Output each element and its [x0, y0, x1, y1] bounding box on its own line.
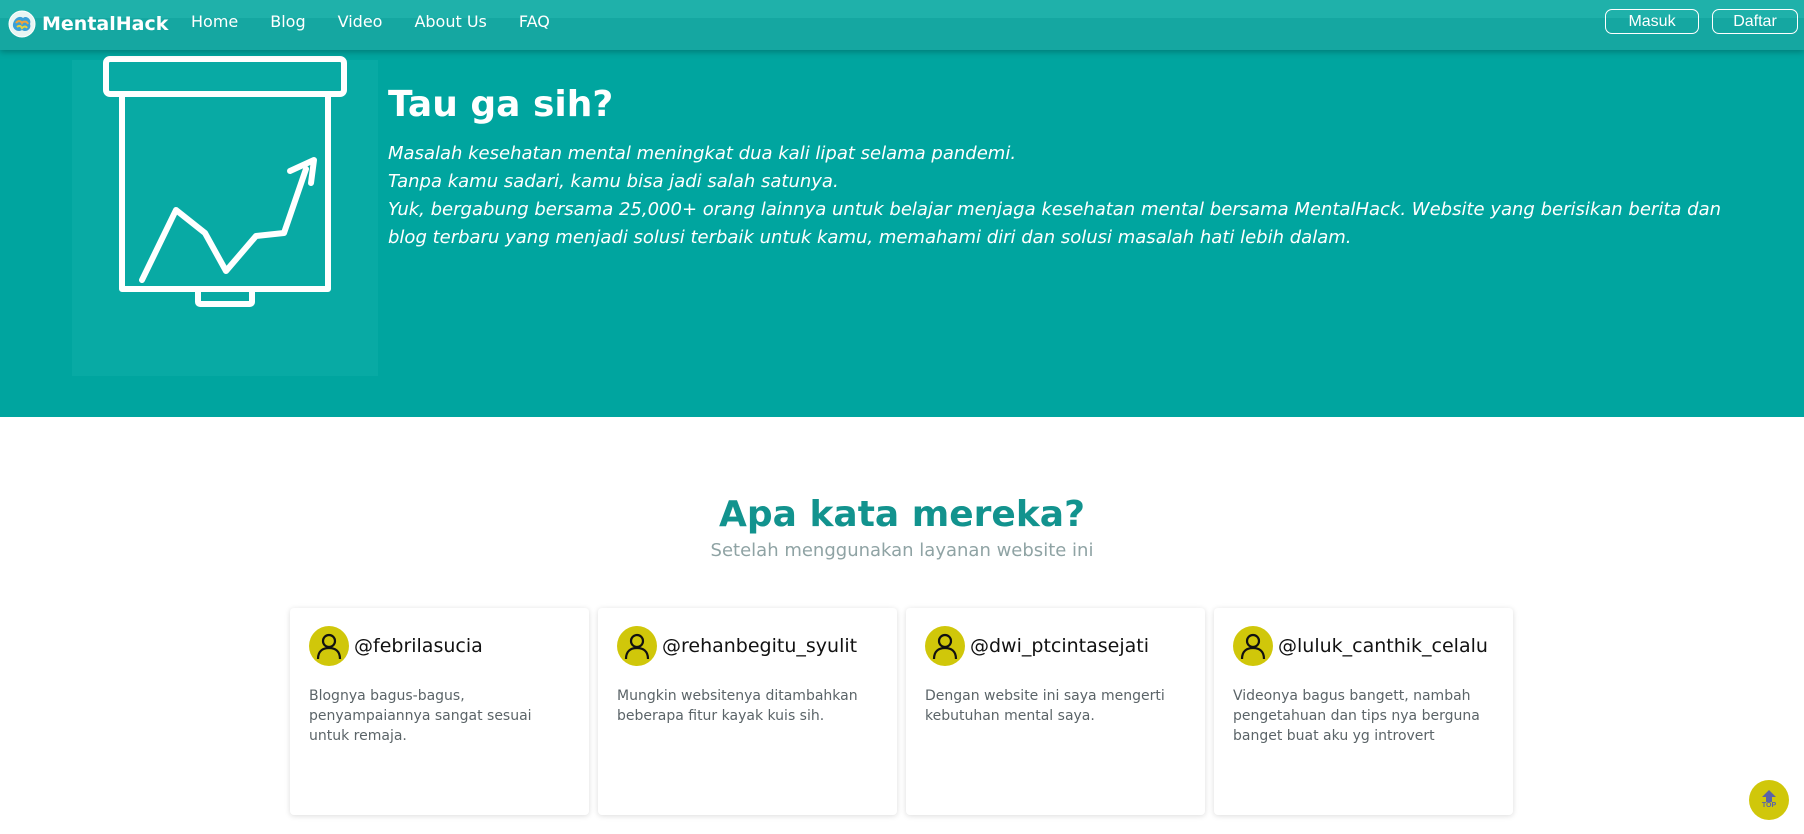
- testimonial-card: @rehanbegitu_syulit Mungkin websitenya d…: [598, 608, 897, 815]
- testimonial-username: @rehanbegitu_syulit: [662, 635, 858, 657]
- auth-actions: Masuk Daftar: [1605, 9, 1798, 34]
- testimonial-header: @luluk_canthik_celalu: [1233, 626, 1488, 666]
- main-nav: Home Blog Video About Us FAQ: [191, 12, 582, 31]
- user-icon: [316, 633, 342, 660]
- testimonials-subtitle: Setelah menggunakan layanan website ini: [710, 540, 1094, 561]
- user-icon: [1240, 633, 1266, 660]
- hero-line-3: Yuk, bergabung bersama 25,000+ orang lai…: [388, 199, 1722, 248]
- testimonial-text: Mungkin websitenya ditambahkan beberapa …: [617, 688, 858, 724]
- hero-line-1: Masalah kesehatan mental meningkat dua k…: [388, 143, 1017, 164]
- testimonials-title: Apa kata mereka?: [719, 494, 1085, 535]
- nav-about-us[interactable]: About Us: [414, 12, 486, 31]
- avatar: [1233, 626, 1273, 666]
- presentation-chart-icon: [103, 56, 347, 307]
- register-button[interactable]: Daftar: [1712, 9, 1798, 34]
- testimonial-list: @febrilasucia Blognya bagus-bagus, penya…: [290, 608, 1522, 815]
- nav-blog[interactable]: Blog: [270, 12, 305, 31]
- testimonial-text: Videonya bagus bangett, nambah pengetahu…: [1233, 688, 1480, 744]
- brand-name: MentalHack: [42, 13, 169, 35]
- login-button[interactable]: Masuk: [1605, 9, 1699, 34]
- nav-faq[interactable]: FAQ: [519, 12, 550, 31]
- testimonial-header: @dwi_ptcintasejati: [925, 626, 1149, 666]
- scroll-to-top-button[interactable]: TOP: [1749, 780, 1789, 820]
- testimonial-username: @febrilasucia: [354, 635, 483, 657]
- navbar: MentalHack Home Blog Video About Us FAQ …: [0, 0, 1804, 50]
- avatar: [309, 626, 349, 666]
- nav-video[interactable]: Video: [338, 12, 383, 31]
- testimonial-username: @dwi_ptcintasejati: [970, 635, 1149, 657]
- nav-home[interactable]: Home: [191, 12, 238, 31]
- hero-description: Masalah kesehatan mental meningkat dua k…: [388, 140, 1748, 252]
- scroll-to-top-label: TOP: [1761, 802, 1777, 809]
- arrow-up-icon: [1762, 790, 1776, 802]
- testimonial-card: @febrilasucia Blognya bagus-bagus, penya…: [290, 608, 589, 815]
- testimonial-text: Blognya bagus-bagus, penyampaiannya sang…: [309, 688, 532, 744]
- avatar: [925, 626, 965, 666]
- user-icon: [624, 633, 650, 660]
- brand-link[interactable]: MentalHack: [8, 10, 168, 38]
- hero-title: Tau ga sih?: [388, 84, 614, 125]
- brain-logo-icon: [8, 10, 36, 38]
- testimonial-header: @rehanbegitu_syulit: [617, 626, 857, 666]
- testimonial-username: @luluk_canthik_celalu: [1278, 635, 1488, 657]
- user-icon: [932, 633, 958, 660]
- testimonial-card: @dwi_ptcintasejati Dengan website ini sa…: [906, 608, 1205, 815]
- testimonial-header: @febrilasucia: [309, 626, 483, 666]
- avatar: [617, 626, 657, 666]
- hero-line-2: Tanpa kamu sadari, kamu bisa jadi salah …: [388, 171, 839, 192]
- testimonial-text: Dengan website ini saya mengerti kebutuh…: [925, 688, 1165, 724]
- testimonial-card: @luluk_canthik_celalu Videonya bagus ban…: [1214, 608, 1513, 815]
